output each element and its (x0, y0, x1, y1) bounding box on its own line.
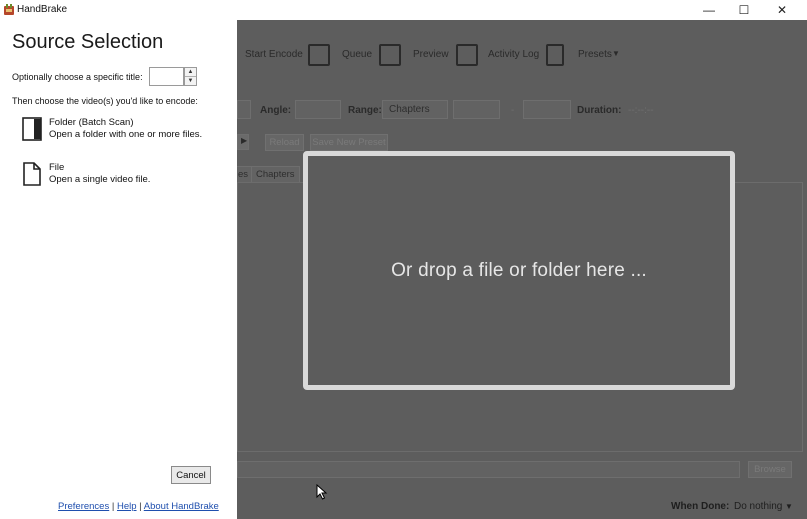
minimize-button[interactable]: — (690, 0, 728, 20)
maximize-button[interactable]: ☐ (725, 0, 763, 20)
when-done-dropdown[interactable]: Do nothing (734, 501, 782, 512)
main-window-overlay: Start Encode Queue Preview Activity Log … (237, 20, 807, 519)
range-label: Range: (348, 105, 382, 116)
source-selection-panel: Source Selection Optionally choose a spe… (0, 20, 237, 519)
cancel-button[interactable]: Cancel (171, 466, 211, 484)
title-dropdown[interactable] (237, 100, 251, 119)
activity-log-button[interactable]: Activity Log (488, 49, 539, 60)
spin-down-icon[interactable]: ▼ (185, 77, 196, 86)
reload-button[interactable]: Reload (265, 134, 304, 151)
folder-option-desc: Open a folder with one or more files. (49, 129, 203, 140)
play-arrow-icon: ▶ (241, 136, 248, 145)
close-window-button[interactable]: ✕ (763, 0, 801, 20)
duration-value: --:--:-- (628, 105, 654, 116)
preset-nav-arrow[interactable]: ▶ (237, 134, 249, 150)
range-separator: - (511, 105, 515, 116)
start-encode-button[interactable]: Start Encode (245, 49, 303, 60)
presets-icon (546, 44, 564, 66)
help-link[interactable]: Help (117, 501, 137, 512)
destination-field[interactable] (237, 461, 740, 478)
drop-zone-text: Or drop a file or folder here ... (391, 259, 647, 281)
folder-option-title: Folder (Batch Scan) (49, 117, 134, 128)
file-option-title: File (49, 162, 65, 173)
queue-button[interactable]: Queue (342, 49, 372, 60)
window-title: HandBrake (17, 4, 68, 15)
link-separator: | (111, 501, 115, 512)
duration-label: Duration: (577, 105, 622, 116)
spin-up-icon[interactable]: ▲ (185, 68, 196, 77)
presets-button[interactable]: Presets (578, 49, 612, 60)
file-option[interactable]: File Open a single video file. (18, 162, 218, 192)
browse-button[interactable]: Browse (748, 461, 792, 478)
about-handbrake-link[interactable]: About HandBrake (144, 501, 219, 512)
angle-dropdown[interactable] (295, 100, 341, 119)
title-number-input[interactable] (149, 67, 184, 86)
maximize-icon: ☐ (738, 3, 750, 17)
tab-chapters[interactable]: Chapters (251, 166, 300, 182)
title-spinner[interactable]: ▲ ▼ (184, 67, 197, 86)
activity-log-icon (456, 44, 478, 66)
queue-icon (308, 44, 330, 66)
when-done-label: When Done: (671, 501, 730, 512)
range-start-dropdown[interactable] (453, 100, 500, 119)
preferences-link[interactable]: Preferences (58, 501, 109, 512)
range-value: Chapters (389, 104, 430, 115)
mouse-cursor-icon (316, 484, 328, 500)
save-new-preset-button[interactable]: Save New Preset (310, 134, 388, 151)
preview-button[interactable]: Preview (413, 49, 449, 60)
handbrake-logo-icon (4, 4, 14, 15)
choose-video-label: Then choose the video(s) you'd like to e… (12, 96, 198, 106)
link-separator: | (139, 501, 142, 512)
folder-batch-scan-option[interactable]: Folder (Batch Scan) Open a folder with o… (18, 117, 218, 147)
range-end-dropdown[interactable] (523, 100, 571, 119)
file-icon (23, 162, 41, 186)
preview-icon (379, 44, 401, 66)
title-select-label: Optionally choose a specific title: (12, 72, 143, 82)
chevron-down-icon: ▼ (785, 502, 793, 511)
panel-title: Source Selection (12, 31, 164, 53)
close-icon: ✕ (776, 3, 788, 17)
drop-zone[interactable]: Or drop a file or folder here ... (303, 151, 735, 390)
title-bar: HandBrake — ☐ ✕ (0, 0, 807, 20)
folder-icon (22, 117, 42, 141)
range-dropdown[interactable]: Chapters (382, 100, 448, 119)
minimize-icon: — (703, 3, 715, 17)
angle-label: Angle: (260, 105, 292, 116)
file-option-desc: Open a single video file. (49, 174, 151, 185)
presets-dropdown-icon: ▼ (612, 49, 620, 58)
panel-footer-links: Preferences | Help | About HandBrake (58, 501, 219, 512)
